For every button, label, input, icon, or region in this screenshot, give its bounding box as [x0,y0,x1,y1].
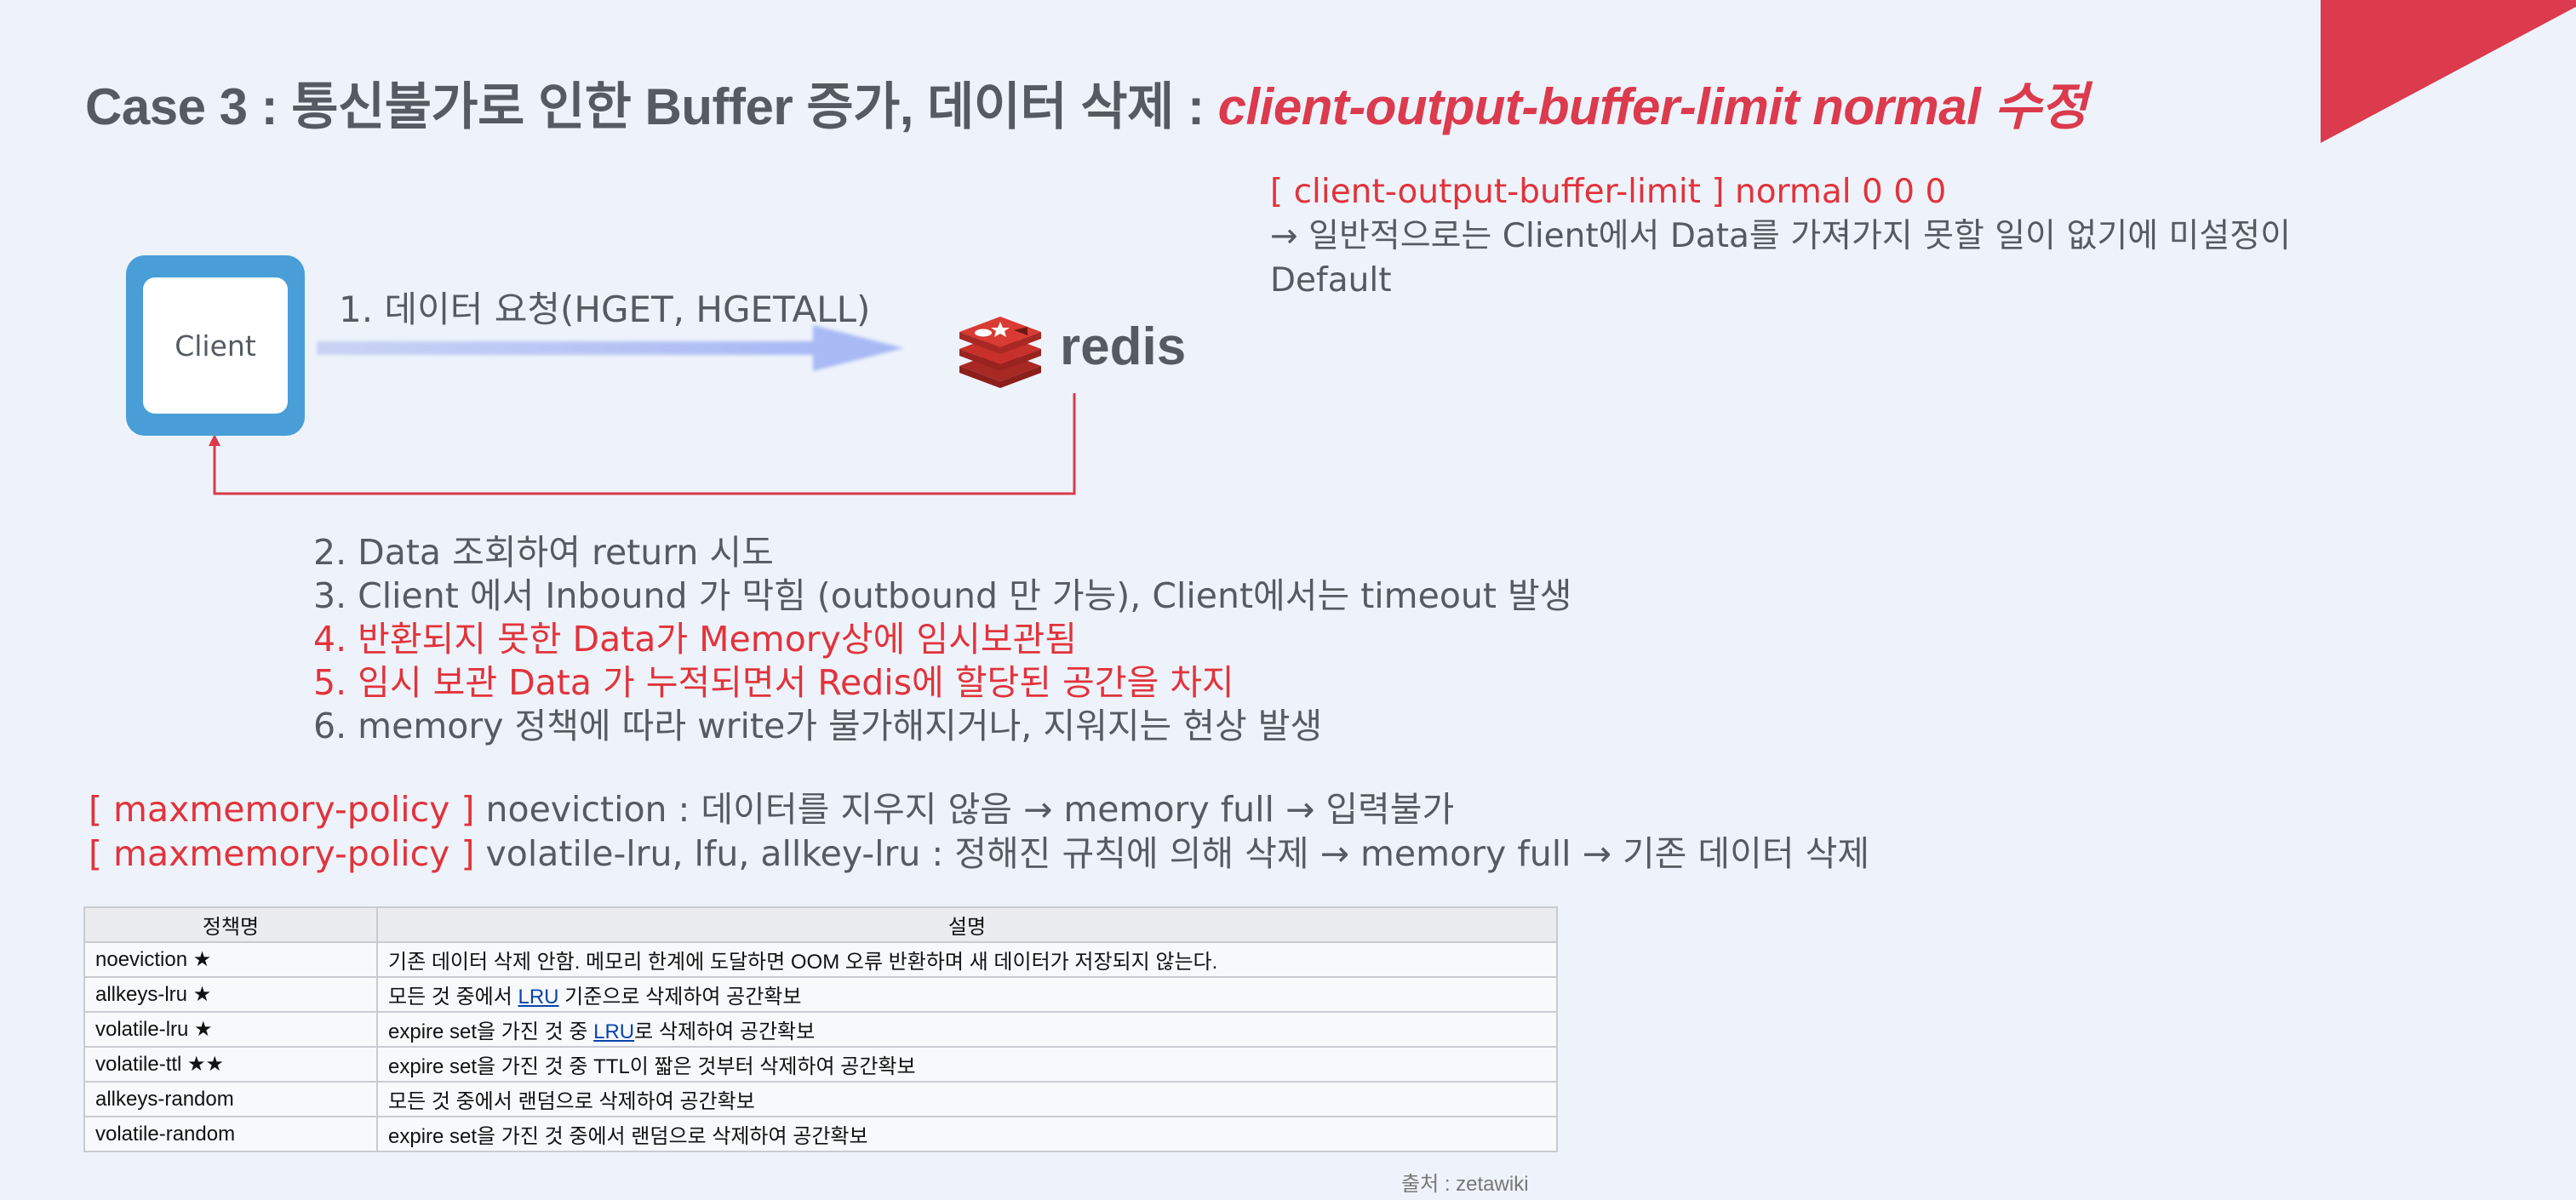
request-label: 1. 데이터 요청(HGET, HGETALL) [339,289,871,330]
config-note: [ client-output-buffer-limit ] normal 0 … [1270,170,2530,303]
column-header-policy: 정책명 [83,906,378,943]
description-text: 기존 데이터 삭제 안함. 메모리 한계에 도달하면 OOM 오류 반환하며 새… [388,951,1218,974]
config-note-line: Default [1270,261,1392,300]
source-note: 출처 : zetawiki [1401,1173,1529,1196]
table-row: noeviction ★ 기존 데이터 삭제 안함. 메모리 한계에 도달하면 … [83,941,1558,978]
description-text: 로 삭제하여 공간확보 [634,1020,816,1043]
corner-ribbon-decoration [2321,0,2576,143]
lru-link[interactable]: LRU [593,1020,634,1043]
client-node: Client [126,255,305,436]
config-note-key: [ client-output-buffer-limit ] normal 0 … [1270,173,1947,211]
redis-cube-icon [959,317,1041,388]
title-main: Case 3 : 통신불가로 인한 Buffer 증가, 데이터 삭제 : [85,78,1218,135]
policy-line: [ maxmemory-policy ] noeviction : 데이터를 지… [89,787,1869,831]
description-text: 모든 것 중에서 랜덤으로 삭제하여 공간확보 [388,1090,755,1113]
client-label: Client [143,277,288,414]
description-text: 모든 것 중에서 [388,986,518,1009]
table-row: volatile-lru ★ expire set을 가진 것 중 LRU로 삭… [83,1011,1558,1048]
table-row: volatile-ttl ★★ expire set을 가진 것 중 TTL이 … [83,1046,1558,1083]
step-item: 6. memory 정책에 따라 write가 불가해지거나, 지워지는 현상 … [313,706,1323,746]
policy-description-cell: 모든 것 중에서 LRU 기준으로 삭제하여 공간확보 [376,976,1558,1013]
policy-description-cell: expire set을 가진 것 중 LRU로 삭제하여 공간확보 [376,1011,1558,1048]
policy-name-cell: allkeys-random [83,1081,378,1117]
slide-title: Case 3 : 통신불가로 인한 Buffer 증가, 데이터 삭제 : cl… [85,73,2087,141]
policy-text: volatile-lru, lfu, allkey-lru : 정해진 규칙에 … [474,833,1870,874]
policy-line: [ maxmemory-policy ] volatile-lru, lfu, … [89,831,1869,876]
table-row: allkeys-lru ★ 모든 것 중에서 LRU 기준으로 삭제하여 공간확… [83,976,1558,1013]
lru-link[interactable]: LRU [518,986,558,1009]
policy-notes: [ maxmemory-policy ] noeviction : 데이터를 지… [89,787,1869,876]
steps-list: 2. Data 조회하여 return 시도 3. Client 에서 Inbo… [313,531,1571,748]
policy-text: noeviction : 데이터를 지우지 않음 → memory full →… [474,789,1455,830]
table-row: volatile-random expire set을 가진 것 중에서 랜덤으… [83,1116,1558,1152]
table-row: allkeys-random 모든 것 중에서 랜덤으로 삭제하여 공간확보 [83,1081,1558,1117]
policy-name-cell: noeviction ★ [83,941,378,978]
policy-key: [ maxmemory-policy ] [89,833,475,874]
table-header-row: 정책명 설명 [83,906,1558,943]
policy-description-cell: expire set을 가진 것 중 TTL이 짧은 것부터 삭제하여 공간확보 [376,1046,1558,1083]
step-item-highlight: 4. 반환되지 못한 Data가 Memory상에 임시보관됨 [313,619,1077,660]
step-item: 3. Client 에서 Inbound 가 막힘 (outbound 만 가능… [313,575,1572,616]
policy-description-cell: expire set을 가진 것 중에서 랜덤으로 삭제하여 공간확보 [376,1116,1558,1152]
title-accent: client-output-buffer-limit normal 수정 [1217,78,2088,135]
description-text: expire set을 가진 것 중 TTL이 짧은 것부터 삭제하여 공간확보 [388,1055,916,1078]
policy-name-cell: allkeys-lru ★ [83,976,378,1013]
policy-description-cell: 기존 데이터 삭제 안함. 메모리 한계에 도달하면 OOM 오류 반환하며 새… [376,941,1558,978]
step-item: 2. Data 조회하여 return 시도 [313,532,774,573]
column-header-description: 설명 [376,906,1558,943]
description-text: expire set을 가진 것 중에서 랜덤으로 삭제하여 공간확보 [388,1125,868,1148]
description-text: 기준으로 삭제하여 공간확보 [558,986,802,1009]
policy-description-cell: 모든 것 중에서 랜덤으로 삭제하여 공간확보 [376,1081,1558,1117]
return-arrow [213,393,1076,495]
config-note-line: → 일반적으로는 Client에서 Data를 가져가지 못할 일이 없기에 미… [1270,217,2292,255]
return-arrowhead [209,434,220,446]
description-text: expire set을 가진 것 중 [388,1020,594,1043]
redis-wordmark: redis [1060,317,1186,376]
policy-key: [ maxmemory-policy ] [89,789,475,830]
redis-logo: redis [959,317,1186,388]
policy-name-cell: volatile-ttl ★★ [83,1046,378,1083]
eviction-policy-table: 정책명 설명 noeviction ★ 기존 데이터 삭제 안함. 메모리 한계… [83,906,1558,1152]
step-item-highlight: 5. 임시 보관 Data 가 누적되면서 Redis에 할당된 공간을 차지 [313,662,1234,703]
policy-name-cell: volatile-random [83,1116,378,1152]
policy-name-cell: volatile-lru ★ [83,1011,378,1048]
